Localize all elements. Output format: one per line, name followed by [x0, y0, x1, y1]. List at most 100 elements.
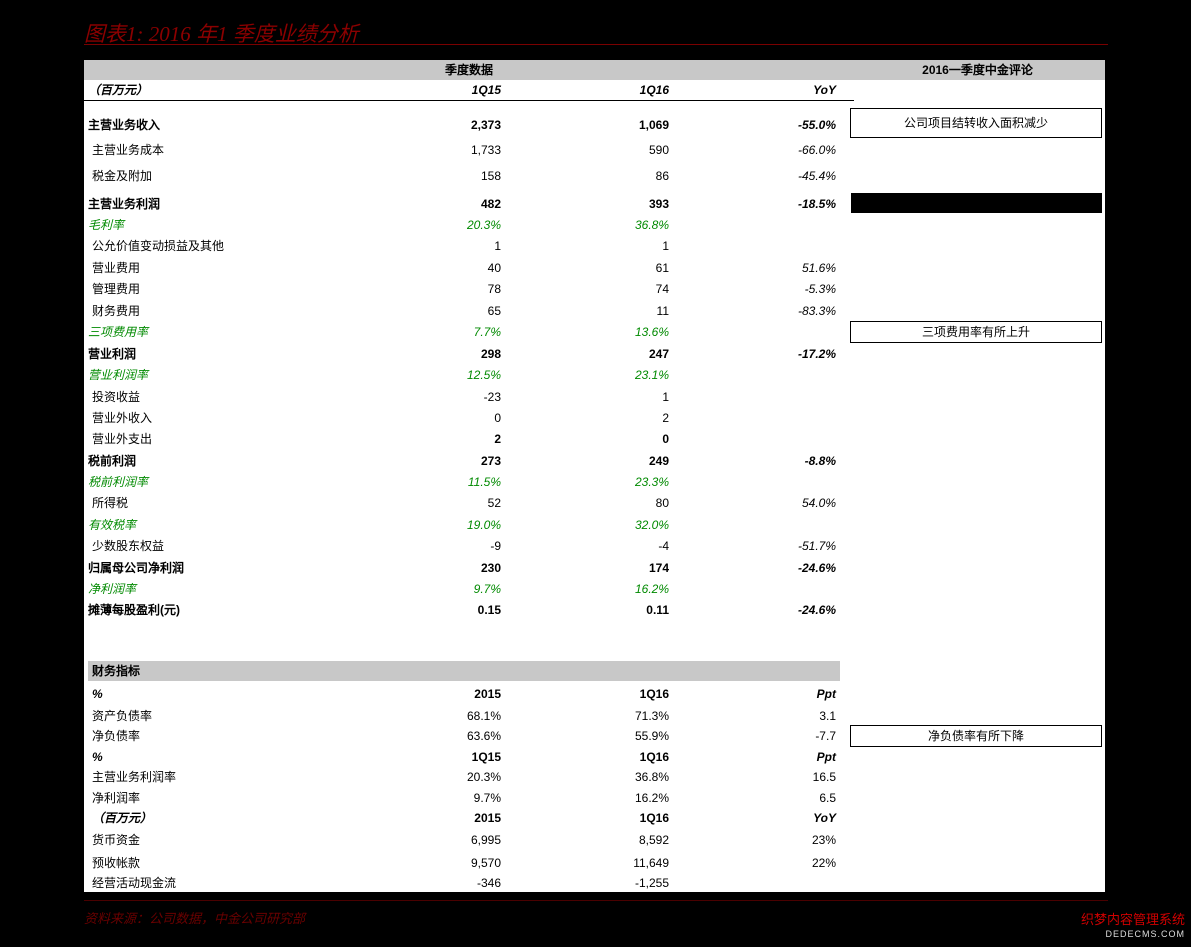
row-label: 预收帐款: [92, 856, 141, 870]
cell-col3: Ppt: [816, 687, 836, 701]
cell-col3: -7.7: [815, 729, 836, 743]
table-row: 主营业务成本 1,733 590 -66.0%: [84, 142, 844, 158]
cell-col1: 68.1%: [466, 709, 501, 723]
cell-1q16: 2: [662, 411, 669, 425]
source-note: 资料来源：公司数据，中金公司研究部: [84, 911, 306, 926]
watermark-line1: 织梦内容管理系统: [1080, 912, 1185, 927]
row-label: 货币资金: [92, 833, 141, 847]
table-row: 税前利润率 11.5% 23.3%: [84, 474, 844, 490]
table-row: 税前利润 273 249 -8.8%: [84, 453, 844, 469]
cell-1q15: -9: [490, 539, 501, 553]
row-label: 所得税: [92, 496, 129, 510]
row-label: 净利润率: [92, 791, 141, 805]
unit-label: （百万元）: [88, 83, 149, 97]
cell-col3: 22%: [811, 856, 836, 870]
row-label: 营业费用: [92, 261, 141, 275]
table-row: 营业利润率 12.5% 23.1%: [84, 367, 844, 383]
cell-col1: 6,995: [470, 833, 501, 847]
cell-col1: 20.3%: [466, 770, 501, 784]
cell-col3: Ppt: [816, 750, 836, 764]
table-row: 税金及附加 158 86 -45.4%: [84, 168, 844, 184]
cell-col2: 1Q16: [639, 811, 669, 825]
cell-1q15: 1,733: [470, 143, 501, 157]
table-row: 营业费用 40 61 51.6%: [84, 260, 844, 276]
row-label: 归属母公司净利润: [88, 561, 185, 575]
cell-1q15: -23: [483, 390, 501, 404]
cell-1q15: 19.0%: [466, 518, 501, 532]
table-row: 净利润率 9.7% 16.2% 6.5: [84, 790, 844, 806]
table-row: 管理费用 78 74 -5.3%: [84, 281, 844, 297]
cell-1q16: 249: [648, 454, 669, 468]
cell-yoy: -5.3%: [804, 282, 836, 296]
row-label: %: [92, 750, 103, 764]
row-label: 财务费用: [92, 304, 141, 318]
fin-header-row: % 2015 1Q16 Ppt: [84, 686, 844, 702]
row-label: 毛利率: [88, 218, 125, 232]
cell-1q15: 298: [480, 347, 501, 361]
cell-1q16: 11: [656, 304, 669, 318]
cell-1q16: 1,069: [638, 118, 669, 132]
cell-1q15: 0.15: [477, 603, 501, 617]
footer-divider: [84, 900, 1108, 901]
table-row: 少数股东权益 -9 -4 -51.7%: [84, 538, 844, 554]
row-label: %: [92, 687, 103, 701]
cell-1q16: -4: [658, 539, 669, 553]
cell-1q16: 16.2%: [634, 582, 669, 596]
table-row: 三项费用率 7.7% 13.6%: [84, 324, 844, 340]
row-label: 公允价值变动损益及其他: [92, 239, 225, 253]
title-divider: [84, 44, 1108, 45]
cell-1q16: 1: [662, 390, 669, 404]
cell-col3: 3.1: [819, 709, 836, 723]
cell-col2: 36.8%: [634, 770, 669, 784]
comment-header: 2016一季度中金评论: [922, 63, 1033, 77]
table-row: 财务费用 65 11 -83.3%: [84, 303, 844, 319]
cell-col3: YoY: [813, 811, 836, 825]
cell-col2: 16.2%: [634, 791, 669, 805]
table-row: 净利润率 9.7% 16.2%: [84, 581, 844, 597]
cell-1q15: 2,373: [470, 118, 501, 132]
cell-1q15: 1: [494, 239, 501, 253]
table-row: 经营活动现金流 -346 -1,255: [84, 875, 844, 891]
table-row: 归属母公司净利润 230 174 -24.6%: [84, 560, 844, 576]
table-row: 主营业务收入 2,373 1,069 -55.0%: [84, 117, 844, 133]
fin-header-row: % 1Q15 1Q16 Ppt: [84, 749, 844, 765]
comment-debt: 净负债率有所下降: [850, 725, 1102, 747]
cell-1q16: 0: [662, 432, 669, 446]
table-row: 主营业务利润 482 393 -18.5%: [84, 196, 844, 212]
cell-col2: 1Q16: [639, 687, 669, 701]
cell-1q15: 273: [480, 454, 501, 468]
cell-1q16: 590: [648, 143, 669, 157]
cell-col2: 11,649: [633, 856, 669, 870]
row-label: 三项费用率: [88, 325, 149, 339]
cell-1q16: 247: [648, 347, 669, 361]
cell-col1: -346: [476, 876, 501, 890]
cell-1q15: 7.7%: [473, 325, 501, 339]
row-label: 少数股东权益: [92, 539, 165, 553]
cell-col3: 6.5: [819, 791, 836, 805]
cell-1q16: 80: [655, 496, 669, 510]
table-row: 所得税 52 80 54.0%: [84, 495, 844, 511]
cell-1q16: 74: [655, 282, 669, 296]
cell-1q15: 11.5%: [467, 475, 501, 489]
table-row: 营业外支出 2 0: [84, 431, 844, 447]
cell-1q16: 61: [655, 261, 669, 275]
cell-col2: 1Q16: [639, 750, 669, 764]
cell-1q15: 12.5%: [466, 368, 501, 382]
cell-yoy: -66.0%: [797, 143, 836, 157]
cell-1q15: 52: [487, 496, 501, 510]
cell-col2: 8,592: [638, 833, 669, 847]
table-row: 营业外收入 0 2: [84, 410, 844, 426]
table-row: 主营业务利润率 20.3% 36.8% 16.5: [84, 769, 844, 785]
cell-1q15: 0: [494, 411, 501, 425]
results-table: 季度数据 2016一季度中金评论 （百万元） 1Q15 1Q16 YoY 主营业…: [84, 60, 1105, 892]
cell-col1: 63.6%: [466, 729, 501, 743]
table-row: 投资收益 -23 1: [84, 389, 844, 405]
row-label: 净利润率: [88, 582, 137, 596]
cell-col2: 55.9%: [634, 729, 669, 743]
cell-col3: 23%: [811, 833, 836, 847]
comment-revenue: 公司项目结转收入面积减少: [850, 108, 1102, 138]
row-label: 主营业务利润: [88, 197, 161, 211]
cell-1q15: 65: [487, 304, 501, 318]
cell-1q15: 20.3%: [466, 218, 501, 232]
cell-col1: 1Q15: [471, 750, 501, 764]
